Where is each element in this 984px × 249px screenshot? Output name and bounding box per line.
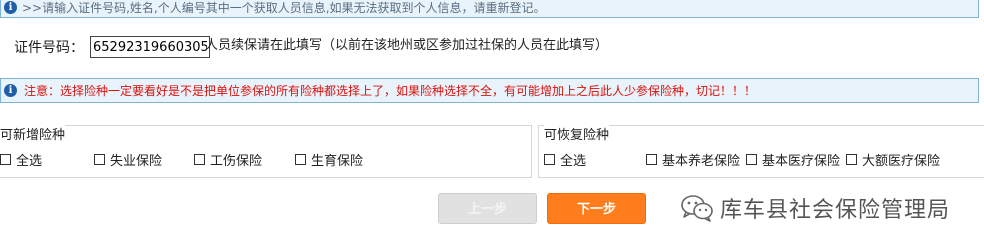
new-select-all-option[interactable]: 全选 [0, 150, 42, 169]
watermark: 库车县社会保险管理局 [680, 192, 950, 224]
id-number-row: 证件号码： [14, 36, 210, 58]
top-tip-text: >>请输入证件号码,姓名,个人编号其中一个获取人员信息,如果无法获取到个人信息，… [22, 1, 546, 15]
info-icon: i [4, 1, 17, 14]
checkbox[interactable] [194, 154, 206, 165]
new-insurance-panel: 可新增险种 全选 失业保险 工伤保险 生育保险 [0, 124, 532, 178]
id-number-label: 证件号码： [14, 40, 84, 56]
option-label: 失业保险 [110, 154, 163, 169]
checkbox[interactable] [544, 154, 555, 165]
work-injury-insurance-option[interactable]: 工伤保险 [194, 150, 262, 169]
info-icon: i [4, 84, 17, 97]
option-label: 基本养老保险 [662, 154, 741, 169]
checkbox[interactable] [0, 154, 11, 165]
checkbox[interactable] [846, 154, 858, 165]
option-label: 工伤保险 [210, 154, 263, 169]
checkbox[interactable] [94, 154, 106, 165]
previous-step-button[interactable]: 上一步 [438, 193, 537, 224]
major-medical-insurance-option[interactable]: 大额医疗保险 [846, 150, 940, 169]
option-label: 生育保险 [311, 154, 364, 169]
id-number-hint: 人员续保请在此填写（以前在该地州或区参加过社保的人员在此填写） [205, 38, 609, 53]
option-label: 基本医疗保险 [762, 154, 841, 169]
top-tip-bar: i >>请输入证件号码,姓名,个人编号其中一个获取人员信息,如果无法获取到个人信… [0, 0, 979, 18]
basic-pension-insurance-option[interactable]: 基本养老保险 [646, 150, 740, 169]
option-label: 大额医疗保险 [862, 154, 941, 169]
basic-medical-insurance-option[interactable]: 基本医疗保险 [746, 150, 840, 169]
next-step-button[interactable]: 下一步 [547, 193, 646, 224]
restore-insurance-title: 可恢复险种 [544, 124, 610, 143]
warning-text: 注意：选择险种一定要看好是不是把单位参保的所有险种都选择上了，如果险种选择不全，… [24, 84, 757, 98]
warning-bar: i 注意：选择险种一定要看好是不是把单位参保的所有险种都选择上了，如果险种选择不… [0, 78, 979, 103]
restore-insurance-panel: 可恢复险种 全选 基本养老保险 基本医疗保险 大额医疗保险 [538, 124, 984, 178]
id-number-input[interactable] [90, 36, 210, 58]
wechat-icon [681, 195, 713, 222]
restore-select-all-option[interactable]: 全选 [544, 150, 586, 169]
checkbox[interactable] [295, 154, 307, 165]
option-label: 全选 [16, 154, 43, 169]
unemployment-insurance-option[interactable]: 失业保险 [94, 150, 162, 169]
new-insurance-title: 可新增险种 [0, 124, 66, 143]
maternity-insurance-option[interactable]: 生育保险 [295, 150, 363, 169]
checkbox[interactable] [746, 154, 758, 165]
watermark-text: 库车县社会保险管理局 [720, 198, 951, 223]
option-label: 全选 [560, 154, 587, 169]
checkbox[interactable] [646, 154, 658, 165]
